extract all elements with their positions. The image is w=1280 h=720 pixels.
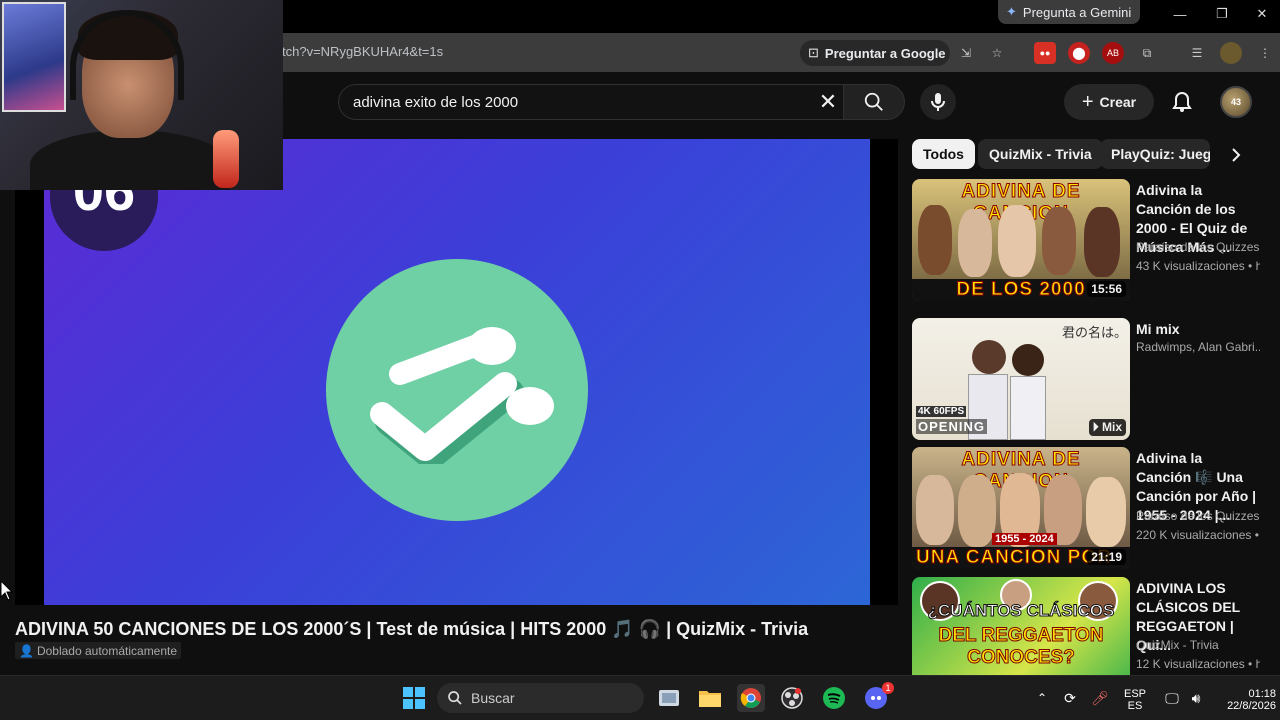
chevron-right-icon[interactable] — [1222, 141, 1250, 169]
minimize-button[interactable]: — — [1160, 2, 1200, 26]
chevron-up-icon[interactable]: ⌃ — [1028, 684, 1056, 712]
recommendation-item[interactable]: ADIVINA DE CANCION DE LOS 2000 15:56 Adi… — [912, 179, 1276, 303]
microphone-icon — [931, 93, 945, 111]
mix-icon: ⏵ — [1092, 420, 1099, 434]
create-button[interactable]: + Crear — [1064, 84, 1154, 120]
extension-icon[interactable]: AB — [1102, 42, 1124, 64]
video-thumbnail[interactable]: ADIVINA DE CANCION DE LOS 2000 15:56 — [912, 179, 1130, 301]
music-note-icon — [370, 327, 554, 464]
file-explorer-icon[interactable] — [696, 684, 724, 712]
thumbnail-banner: DEL REGGAETON CONOCES? — [938, 625, 1104, 669]
volume-icon[interactable]: 🔊︎ — [1182, 684, 1210, 712]
avatar-text: 43 — [1230, 97, 1241, 107]
restore-button[interactable]: ❐ — [1202, 2, 1242, 26]
lava-lamp — [213, 130, 239, 188]
taskbar-search[interactable]: Buscar — [437, 683, 644, 713]
channel-name[interactable]: QuizMix - Trivia — [1136, 638, 1260, 652]
extension-icon[interactable]: ●● — [1034, 42, 1056, 64]
profile-icon[interactable] — [1220, 42, 1242, 64]
search-button[interactable] — [843, 84, 905, 120]
poster — [2, 2, 66, 112]
view-count: 12 K visualizaciones • h. — [1136, 657, 1260, 671]
gemini-icon: ✦ — [1006, 4, 1017, 19]
notification-badge: 1 — [882, 682, 894, 694]
sync-icon[interactable]: ⟳ — [1056, 684, 1084, 712]
task-view-icon[interactable] — [655, 684, 683, 712]
search-input[interactable]: adivina exito de los 2000 — [338, 84, 844, 120]
chip-playquiz[interactable]: PlayQuiz: Juego — [1100, 139, 1210, 169]
microphone-icon[interactable]: 🎤︎ — [1086, 684, 1114, 712]
quality-badge: 4K 60FPS — [916, 406, 967, 417]
language-bottom: ES — [1127, 700, 1143, 712]
ask-gemini-label: Pregunta a Gemini — [1022, 4, 1132, 20]
create-label: Crear — [1099, 94, 1137, 110]
ask-gemini-button[interactable]: ✦ Pregunta a Gemini — [998, 0, 1140, 24]
chip-quizmix[interactable]: QuizMix - Trivia — [978, 139, 1103, 169]
clock-time: 01:18 — [1248, 688, 1276, 700]
notifications-button[interactable] — [1166, 86, 1198, 118]
extension-icon[interactable]: ⬤ — [1068, 42, 1090, 64]
ask-google-button[interactable]: ⊡ Preguntar a Google — [800, 40, 950, 66]
clock-date: 22/8/2026 — [1227, 700, 1276, 712]
recommendation-item[interactable]: ¿CUÁNTOS CLÁSICOS DEL REGGAETON CONOCES?… — [912, 577, 1276, 675]
dubbed-badge: 👤 Doblado automáticamente — [15, 642, 182, 659]
channel-name[interactable]: Paraíso de los Quizzes — [1136, 509, 1260, 523]
close-window-button[interactable]: ✕ — [1242, 2, 1280, 26]
thumbnail-caption: OPENING — [916, 419, 987, 434]
video-thumbnail[interactable]: ¿CUÁNTOS CLÁSICOS DEL REGGAETON CONOCES? — [912, 577, 1130, 675]
install-app-icon[interactable]: ⇲ — [955, 42, 977, 64]
search-query-text: adivina exito de los 2000 — [353, 93, 519, 111]
mix-badge: ⏵ Mix — [1088, 419, 1126, 436]
clock[interactable]: 01:18 22/8/2026 — [1212, 688, 1276, 712]
video-frame[interactable]: 06 — [44, 139, 870, 605]
bookmark-star-icon[interactable]: ☆ — [986, 42, 1008, 64]
recommendation-item[interactable]: ADIVINA DE CANCION 1955 - 2024 UNA CANCI… — [912, 447, 1276, 571]
mouse-cursor-icon — [0, 580, 14, 601]
thumbnail-banner: ¿CUÁNTOS CLÁSICOS — [927, 601, 1115, 621]
year-range: 1955 - 2024 — [992, 533, 1057, 545]
voice-search-button[interactable] — [920, 84, 956, 120]
recommendation-item[interactable]: 君の名は。 4K 60FPS OPENING ⏵ Mix Mi mix Radw… — [912, 318, 1276, 442]
reading-list-icon[interactable]: ☰ — [1186, 42, 1208, 64]
chrome-icon[interactable] — [737, 684, 765, 712]
plus-icon: + — [1081, 90, 1094, 113]
obs-icon[interactable] — [778, 684, 806, 712]
thumbnail-jp-title: 君の名は。 — [1062, 325, 1128, 340]
chip-todos[interactable]: Todos — [912, 139, 975, 169]
person-body — [30, 130, 230, 190]
lens-icon: ⊡ — [808, 45, 819, 60]
bell-icon — [1172, 91, 1192, 112]
person-icon: 👤 — [19, 643, 34, 658]
channel-name[interactable]: Paraíso de los Quizzes — [1136, 240, 1260, 254]
duration-badge: 15:56 — [1087, 281, 1126, 297]
taskbar-search-label: Buscar — [471, 690, 515, 706]
dubbed-label: Doblado automáticamente — [36, 643, 178, 658]
language-indicator[interactable]: ESP ES — [1120, 688, 1150, 712]
video-title: ADIVINA 50 CANCIONES DE LOS 2000´S | Tes… — [15, 619, 809, 639]
video-thumbnail[interactable]: ADIVINA DE CANCION 1955 - 2024 UNA CANCI… — [912, 447, 1130, 569]
webcam-overlay — [0, 0, 283, 190]
search-icon — [448, 691, 462, 705]
video-thumbnail[interactable]: 君の名は。 4K 60FPS OPENING ⏵ Mix — [912, 318, 1130, 440]
language-top: ESP — [1123, 688, 1146, 700]
view-count: 220 K visualizaciones • I — [1136, 528, 1260, 542]
account-avatar[interactable]: 43 — [1220, 86, 1252, 118]
mix-artists: Radwimps, Alan Gabri... — [1136, 340, 1260, 354]
recommendation-title[interactable]: Mi mix — [1136, 320, 1258, 339]
ask-google-label: Preguntar a Google — [824, 45, 946, 61]
duration-badge: 21:19 — [1087, 549, 1126, 565]
spotify-icon[interactable] — [820, 684, 848, 712]
clear-search-icon[interactable]: ✕ — [814, 88, 842, 116]
search-icon — [864, 92, 883, 111]
discord-icon[interactable]: 1 — [862, 682, 894, 712]
url-text[interactable]: tch?v=NRygBKUHAr4&t=1s — [282, 44, 443, 59]
windows-start-icon[interactable] — [400, 684, 428, 712]
view-count: 43 K visualizaciones • h. — [1136, 259, 1260, 273]
more-menu-icon[interactable]: ⋮ — [1254, 42, 1276, 64]
extensions-puzzle-icon[interactable]: ⧉ — [1136, 42, 1158, 64]
